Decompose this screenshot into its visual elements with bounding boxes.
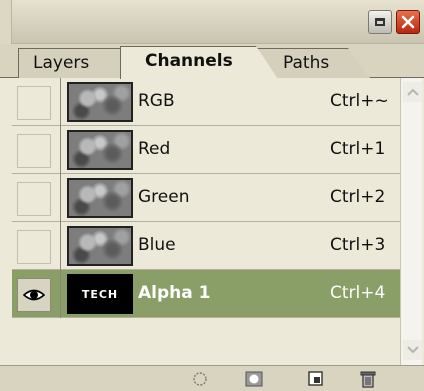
chevron-up-icon: [406, 88, 419, 96]
channel-name: Blue: [138, 235, 176, 255]
row-divider: [60, 174, 61, 222]
channel-row[interactable]: RGB Ctrl+~: [12, 78, 400, 126]
channel-name: RGB: [138, 91, 175, 111]
scroll-down-button[interactable]: [403, 340, 422, 360]
visibility-toggle[interactable]: [17, 86, 51, 120]
delete-channel-icon: [360, 371, 376, 388]
visibility-toggle[interactable]: [17, 278, 51, 312]
tab-layers-label: Layers: [33, 53, 90, 73]
channel-row-selected[interactable]: TECH Alpha 1 Ctrl+4: [12, 270, 400, 318]
row-divider: [60, 270, 61, 318]
tab-channels[interactable]: Channels: [120, 46, 278, 79]
channel-row[interactable]: Green Ctrl+2: [12, 174, 400, 222]
channel-shortcut: Ctrl+~: [330, 91, 389, 111]
minimize-icon: [375, 18, 385, 26]
channel-row[interactable]: Red Ctrl+1: [12, 126, 400, 174]
channel-shortcut: Ctrl+2: [330, 187, 386, 207]
channel-shortcut: Ctrl+3: [330, 235, 386, 255]
channel-shortcut: Ctrl+1: [330, 139, 386, 159]
panel-titlebar[interactable]: [0, 0, 424, 44]
visibility-toggle[interactable]: [17, 134, 51, 168]
channel-row[interactable]: Blue Ctrl+3: [12, 222, 400, 270]
close-icon: [401, 15, 415, 29]
channel-name: Red: [138, 139, 171, 159]
scroll-up-button[interactable]: [403, 82, 422, 102]
load-selection-button[interactable]: [190, 370, 210, 388]
thumbnail-text: TECH: [81, 287, 119, 301]
channel-name: Alpha 1: [138, 283, 211, 303]
visibility-toggle[interactable]: [17, 182, 51, 216]
tab-channels-label: Channels: [145, 51, 233, 71]
row-divider: [60, 78, 61, 126]
channel-shortcut: Ctrl+4: [330, 283, 386, 303]
new-channel-icon: [308, 371, 323, 386]
channel-thumbnail: [67, 130, 133, 170]
vertical-scrollbar[interactable]: [400, 78, 422, 365]
save-selection-icon: [245, 371, 263, 387]
tab-row: Layers Paths Channels: [0, 44, 424, 116]
channel-name: Green: [138, 187, 190, 207]
channel-thumbnail: [67, 226, 133, 266]
panel-footer: [0, 365, 424, 391]
save-selection-button[interactable]: [244, 370, 264, 388]
close-button[interactable]: [396, 10, 420, 34]
channel-list: RGB Ctrl+~ Red Ctrl+1 Green Ctrl+2 Blue …: [12, 78, 400, 365]
channel-thumbnail: TECH: [67, 274, 133, 314]
chevron-down-icon: [406, 346, 419, 354]
channel-thumbnail: [67, 82, 133, 122]
panel-grip[interactable]: [0, 0, 12, 44]
row-divider: [60, 126, 61, 174]
eye-icon: [23, 289, 45, 301]
visibility-toggle[interactable]: [17, 230, 51, 264]
minimize-button[interactable]: [368, 10, 392, 34]
row-divider: [60, 222, 61, 270]
channel-thumbnail: [67, 178, 133, 218]
tab-paths-label: Paths: [283, 53, 330, 73]
new-channel-button[interactable]: [306, 370, 326, 388]
delete-channel-button[interactable]: [358, 370, 378, 388]
load-selection-icon: [193, 372, 207, 386]
